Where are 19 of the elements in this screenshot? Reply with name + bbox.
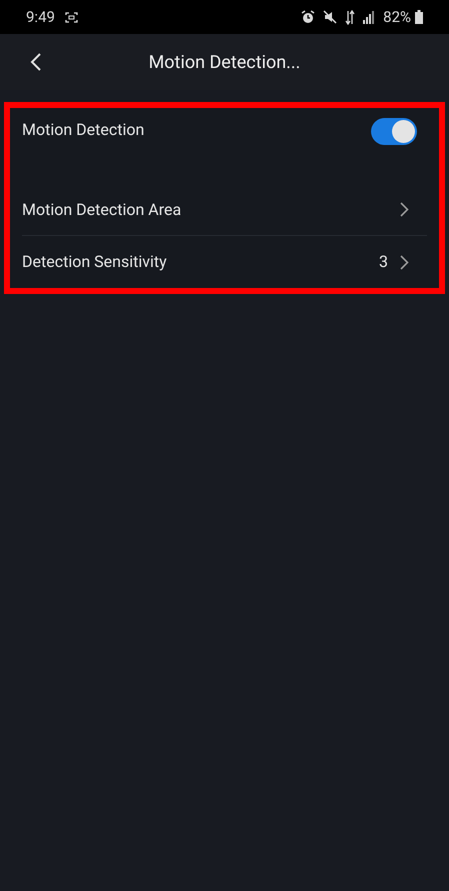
screenshot-icon [64, 12, 78, 22]
setting-label: Detection Sensitivity [22, 251, 168, 273]
back-icon [30, 52, 42, 72]
chevron-right-icon [400, 254, 409, 270]
alarm-icon [301, 10, 316, 24]
setting-label: Motion Detection [22, 119, 146, 141]
data-icon [345, 10, 356, 24]
setting-value: 3 [379, 251, 388, 273]
chevron-right-icon [400, 202, 409, 217]
settings-row[interactable]: Detection Sensitivity 3 [22, 236, 427, 288]
battery-icon [415, 10, 423, 24]
toggle-switch[interactable] [371, 118, 417, 145]
screen-title: Motion Detection... [148, 50, 300, 74]
status-time: 9:49 [26, 6, 55, 28]
mute-icon [323, 10, 338, 24]
battery-percent: 82% [383, 6, 411, 28]
setting-label: Motion Detection Area [22, 198, 182, 220]
settings-row[interactable]: Motion Detection Area [22, 184, 427, 236]
signal-icon [363, 10, 376, 24]
